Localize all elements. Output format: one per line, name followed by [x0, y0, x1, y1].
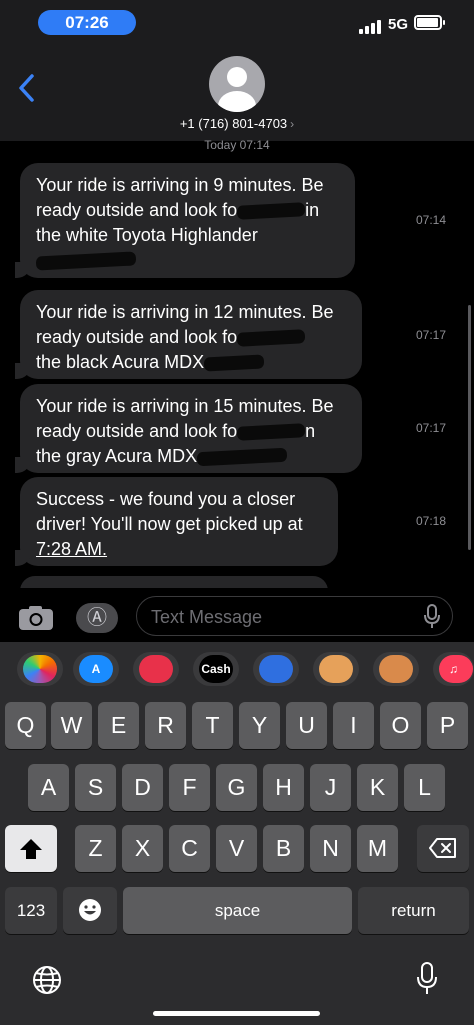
shift-arrow-icon — [20, 839, 42, 859]
message-text: the white Toyota Highlander — [36, 225, 258, 245]
message-text: ready outside and look fo — [36, 327, 238, 347]
key-t[interactable]: T — [192, 702, 233, 749]
home-indicator[interactable] — [153, 1011, 320, 1016]
images-search-app-icon[interactable] — [133, 652, 179, 686]
message-input-field[interactable] — [136, 596, 453, 636]
delete-backspace-icon — [429, 838, 456, 858]
audio-message-app-icon[interactable] — [253, 652, 299, 686]
chevron-right-icon: › — [290, 117, 295, 131]
battery-icon — [414, 15, 445, 30]
message-time: 07:17 — [416, 421, 447, 435]
key-u[interactable]: U — [286, 702, 327, 749]
scrollbar[interactable] — [468, 305, 471, 550]
redaction-mark — [236, 202, 306, 221]
key-b[interactable]: B — [263, 825, 304, 872]
contact-avatar[interactable] — [209, 56, 265, 112]
message-text: n — [305, 421, 316, 441]
emoji-key[interactable] — [63, 887, 117, 934]
redaction-mark — [203, 354, 265, 372]
redaction-mark — [196, 447, 288, 467]
camera-icon[interactable] — [18, 605, 54, 631]
key-x[interactable]: X — [122, 825, 163, 872]
key-h[interactable]: H — [263, 764, 304, 811]
music-app-icon[interactable]: ♫ — [433, 652, 474, 686]
message-bubble[interactable]: Success - we found you a closer driver! … — [15, 477, 338, 566]
network-label: 5G — [388, 16, 409, 33]
key-e[interactable]: E — [98, 702, 139, 749]
message-text: the black Acura MDX — [36, 352, 205, 372]
conversation-header: 07:26 5G +1 (716) 801-4703 › — [0, 0, 474, 141]
key-k[interactable]: K — [357, 764, 398, 811]
key-d[interactable]: D — [122, 764, 163, 811]
key-i[interactable]: I — [333, 702, 374, 749]
back-chevron-icon[interactable] — [14, 70, 42, 106]
message-text: Your ride is arriving in 15 minutes. Be — [36, 396, 334, 416]
memoji-app-icon[interactable] — [313, 652, 359, 686]
space-key[interactable]: space — [123, 887, 352, 934]
signal-icon — [359, 18, 383, 34]
message-text: driver! You'll now get picked up at — [36, 514, 303, 534]
key-r[interactable]: R — [145, 702, 186, 749]
dictation-mic-icon[interactable] — [416, 962, 438, 996]
key-p[interactable]: P — [427, 702, 468, 749]
dictation-mic-icon[interactable] — [423, 604, 441, 630]
apple-cash-app-icon[interactable]: Cash — [193, 652, 239, 686]
numbers-key[interactable]: 123 — [5, 887, 57, 934]
message-text: Your ride is arriving in 12 minutes. Be — [36, 302, 334, 322]
key-l[interactable]: L — [404, 764, 445, 811]
contact-name[interactable]: +1 (716) 801-4703 › — [0, 116, 474, 131]
key-m[interactable]: M — [357, 825, 398, 872]
message-text: the gray Acura MDX — [36, 446, 198, 466]
keyboard: A Cash ♫ Q W E R T Y U I O P A S D F G H… — [0, 642, 474, 1025]
key-v[interactable]: V — [216, 825, 257, 872]
message-input[interactable] — [151, 605, 401, 629]
key-z[interactable]: Z — [75, 825, 116, 872]
day-timestamp: Today 07:14 — [204, 138, 270, 152]
key-q[interactable]: Q — [5, 702, 46, 749]
delete-key[interactable] — [417, 825, 469, 872]
key-s[interactable]: S — [75, 764, 116, 811]
message-time: 07:18 — [416, 514, 447, 528]
key-g[interactable]: G — [216, 764, 257, 811]
message-text: ready outside and look fo — [36, 200, 238, 220]
key-a[interactable]: A — [28, 764, 69, 811]
emoji-icon — [79, 899, 101, 921]
key-f[interactable]: F — [169, 764, 210, 811]
message-time: 07:14 — [416, 213, 447, 227]
app-store-icon[interactable]: Ⓐ — [76, 603, 118, 633]
redaction-mark — [236, 329, 306, 348]
photos-app-icon[interactable] — [17, 652, 63, 686]
time-link[interactable]: 7:28 AM. — [36, 539, 107, 559]
message-text: ready outside and look fo — [36, 421, 238, 441]
globe-icon[interactable] — [32, 965, 62, 995]
redaction-mark — [35, 251, 137, 271]
message-text: Success - we found you a closer — [36, 489, 296, 509]
message-bubble[interactable]: Your ride is arriving in 9 minutes. Be r… — [15, 163, 355, 278]
message-text: Your ride is arriving in 9 minutes. Be — [36, 175, 324, 195]
imessage-app-strip: A Cash ♫ — [0, 642, 474, 698]
shift-key[interactable] — [5, 825, 57, 872]
key-w[interactable]: W — [51, 702, 92, 749]
redaction-mark — [236, 423, 306, 442]
message-bubble[interactable]: Your ride is arriving in 15 minutes. Be … — [15, 384, 362, 473]
message-bubble[interactable]: Your ride is arriving in 12 minutes. Be … — [15, 290, 362, 379]
key-o[interactable]: O — [380, 702, 421, 749]
return-key[interactable]: return — [358, 887, 469, 934]
app-store-app-icon[interactable]: A — [73, 652, 119, 686]
memoji-stickers-app-icon[interactable] — [373, 652, 419, 686]
key-c[interactable]: C — [169, 825, 210, 872]
key-n[interactable]: N — [310, 825, 351, 872]
composer-bar: Ⓐ — [0, 588, 474, 642]
contact-number: +1 (716) 801-4703 — [179, 116, 288, 131]
status-time[interactable]: 07:26 — [38, 10, 136, 35]
key-j[interactable]: J — [310, 764, 351, 811]
message-text: in — [305, 200, 320, 220]
key-y[interactable]: Y — [239, 702, 280, 749]
message-time: 07:17 — [416, 328, 447, 342]
